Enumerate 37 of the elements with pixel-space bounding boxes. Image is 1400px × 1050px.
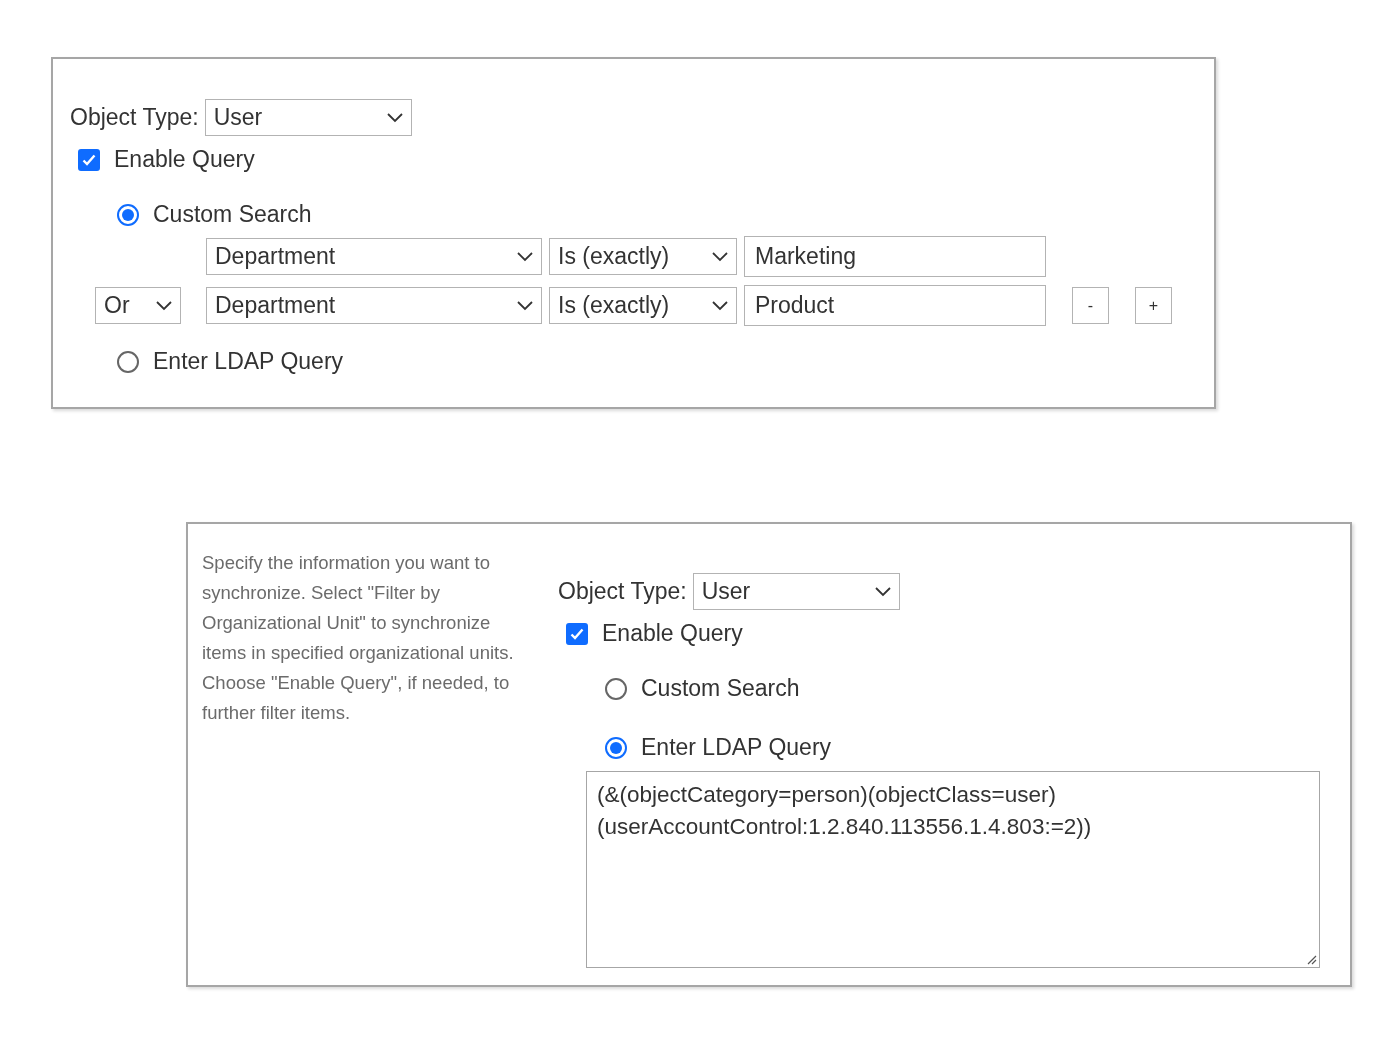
resize-grip-icon: [1305, 953, 1317, 965]
enable-query-label: Enable Query: [114, 146, 255, 173]
chevron-down-icon: [874, 586, 891, 597]
chevron-down-icon: [386, 112, 403, 123]
option-radio[interactable]: [605, 677, 627, 700]
option-label: Custom Search: [153, 201, 312, 228]
chevron-down-icon: [712, 300, 728, 311]
option-label: Enter LDAP Query: [641, 734, 832, 761]
option-label: Custom Search: [641, 675, 800, 702]
chevron-down-icon: [517, 251, 533, 262]
operator-dropdown[interactable]: Is (exactly): [549, 238, 737, 275]
field-dropdown[interactable]: Department: [206, 238, 542, 275]
value-field[interactable]: Product: [744, 285, 1046, 326]
object-type-dropdown[interactable]: User: [692, 573, 900, 610]
add-condition-button[interactable]: +: [1135, 287, 1172, 324]
chevron-down-icon: [156, 300, 172, 311]
checkmark-icon: [570, 627, 584, 640]
option-radio[interactable]: [117, 350, 139, 373]
option-radio[interactable]: [605, 736, 627, 759]
option-radio[interactable]: [117, 203, 139, 226]
enable-query-label: Enable Query: [602, 620, 743, 647]
chevron-down-icon: [712, 251, 728, 262]
enable-query-checkbox[interactable]: [566, 622, 588, 645]
value-field[interactable]: Marketing: [744, 236, 1046, 277]
ldap-query-textarea[interactable]: (&(objectCategory=person)(objectClass=user) (userAccountControl:1.2.840.113556.1.4.803:=2)): [586, 771, 1320, 968]
option-label: Enter LDAP Query: [153, 348, 344, 375]
connector-dropdown[interactable]: Or: [95, 287, 181, 324]
field-dropdown[interactable]: Department: [206, 287, 542, 324]
chevron-down-icon: [517, 300, 533, 311]
checkmark-icon: [82, 153, 96, 166]
operator-dropdown[interactable]: Is (exactly): [549, 287, 737, 324]
description-text: Specify the information you want to synchronize. Select "Filter by Organizational Unit" to synchronize items in specified organizational units. Choose "Enable Query", if needed, to further filter items.: [202, 551, 515, 725]
object-type-label: Object Type:: [558, 578, 687, 605]
remove-condition-button[interactable]: -: [1072, 287, 1109, 324]
object-type-label: Object Type:: [70, 104, 199, 131]
object-type-dropdown[interactable]: User: [204, 99, 412, 136]
enable-query-checkbox[interactable]: [78, 148, 100, 171]
